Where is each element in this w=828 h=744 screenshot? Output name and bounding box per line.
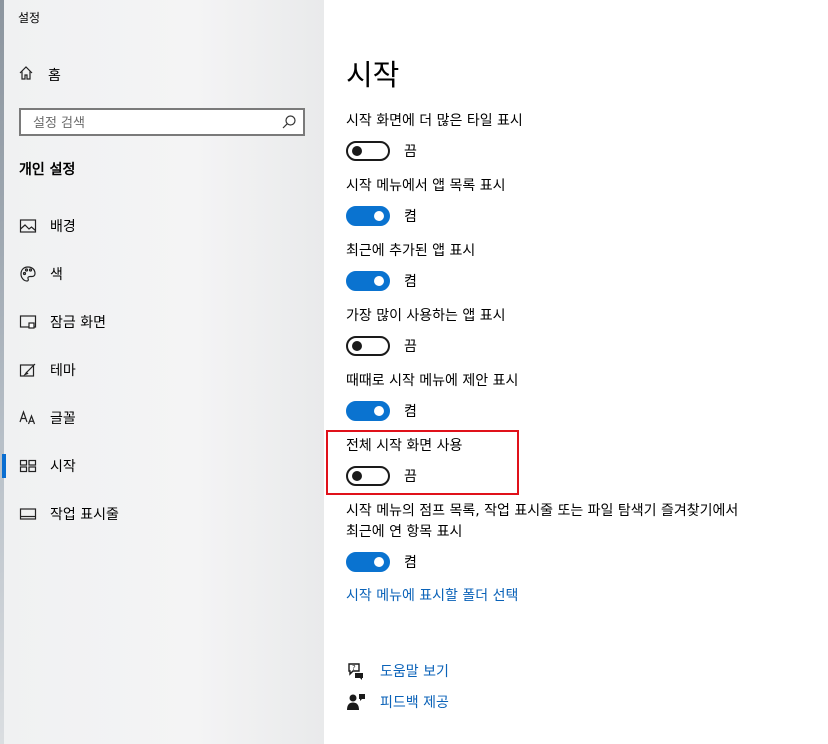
setting-label: 최근에 추가된 앱 표시 bbox=[346, 243, 476, 259]
sidebar-item-label: 배경 bbox=[50, 219, 76, 235]
home-icon bbox=[18, 65, 34, 85]
setting-recent-items-jump-list: 시작 메뉴의 점프 목록, 작업 표시줄 또는 파일 탐색기 즐겨찾기에서 최근… bbox=[346, 501, 816, 575]
sidebar-item-label: 작업 표시줄 bbox=[50, 507, 119, 523]
page-title: 시작 bbox=[346, 58, 400, 92]
sidebar-item-label: 색 bbox=[50, 267, 63, 283]
sidebar-item-lock-screen[interactable]: 잠금 화면 bbox=[0, 302, 324, 342]
setting-more-tiles: 시작 화면에 더 많은 타일 표시 끔 bbox=[346, 111, 816, 164]
main-content: 시작 시작 화면에 더 많은 타일 표시 끔 시작 메뉴에서 앱 목록 표시 켬… bbox=[324, 0, 828, 744]
sidebar-item-label: 잠금 화면 bbox=[50, 315, 106, 331]
toggle-switch[interactable] bbox=[346, 466, 390, 486]
sidebar-item-fonts[interactable]: 글꼴 bbox=[0, 398, 324, 438]
sidebar-item-label: 시작 bbox=[50, 459, 76, 475]
feedback-link-row[interactable]: 피드백 제공 bbox=[346, 692, 449, 712]
window-title: 설정 bbox=[18, 11, 41, 25]
section-title: 개인 설정 bbox=[19, 162, 76, 178]
theme-brush-icon bbox=[19, 361, 37, 379]
setting-label: 때때로 시작 메뉴에 제안 표시 bbox=[346, 373, 519, 389]
toggle-state: 끔 bbox=[404, 144, 417, 160]
setting-label: 전체 시작 화면 사용 bbox=[346, 438, 463, 454]
toggle-switch[interactable] bbox=[346, 552, 390, 572]
setting-label: 시작 메뉴에서 앱 목록 표시 bbox=[346, 178, 506, 194]
sidebar-item-theme[interactable]: 테마 bbox=[0, 350, 324, 390]
toggle-state: 끔 bbox=[404, 469, 417, 485]
setting-recently-added: 최근에 추가된 앱 표시 켬 bbox=[346, 241, 816, 294]
help-link-row[interactable]: ? 도움말 보기 bbox=[346, 661, 449, 681]
svg-text:?: ? bbox=[352, 664, 356, 672]
setting-label: 시작 화면에 더 많은 타일 표시 bbox=[346, 113, 523, 129]
search-input[interactable] bbox=[31, 110, 275, 136]
font-icon bbox=[19, 409, 37, 427]
toggle-state: 켬 bbox=[404, 274, 417, 290]
sidebar: 설정 홈 개인 설정 배경 색 잠금 화면 테마 bbox=[0, 0, 324, 744]
home-label: 홈 bbox=[48, 68, 61, 84]
setting-full-screen-start: 전체 시작 화면 사용 끔 bbox=[346, 436, 816, 489]
palette-icon bbox=[19, 265, 37, 283]
toggle-switch[interactable] bbox=[346, 401, 390, 421]
taskbar-icon bbox=[19, 505, 37, 523]
setting-suggestions: 때때로 시작 메뉴에 제안 표시 켬 bbox=[346, 371, 816, 424]
setting-label-line2: 최근에 연 항목 표시 bbox=[346, 524, 463, 540]
setting-app-list: 시작 메뉴에서 앱 목록 표시 켬 bbox=[346, 176, 816, 229]
sidebar-item-taskbar[interactable]: 작업 표시줄 bbox=[0, 494, 324, 534]
sidebar-item-background[interactable]: 배경 bbox=[0, 206, 324, 246]
sidebar-item-start[interactable]: 시작 bbox=[0, 446, 324, 486]
search-icon[interactable] bbox=[281, 114, 297, 134]
setting-label-line1: 시작 메뉴의 점프 목록, 작업 표시줄 또는 파일 탐색기 즐겨찾기에서 bbox=[346, 503, 739, 519]
toggle-state: 켬 bbox=[404, 555, 417, 571]
toggle-state: 켬 bbox=[404, 209, 417, 225]
toggle-switch[interactable] bbox=[346, 271, 390, 291]
toggle-switch[interactable] bbox=[346, 206, 390, 226]
sidebar-item-label: 글꼴 bbox=[50, 411, 76, 427]
sidebar-item-label: 테마 bbox=[50, 363, 76, 379]
setting-label: 가장 많이 사용하는 앱 표시 bbox=[346, 308, 506, 324]
sidebar-item-color[interactable]: 색 bbox=[0, 254, 324, 294]
feedback-link: 피드백 제공 bbox=[380, 695, 449, 711]
feedback-person-icon bbox=[346, 692, 366, 712]
choose-folders-link[interactable]: 시작 메뉴에 표시할 폴더 선택 bbox=[346, 585, 518, 605]
picture-icon bbox=[19, 217, 37, 235]
toggle-state: 켬 bbox=[404, 404, 417, 420]
setting-most-used: 가장 많이 사용하는 앱 표시 끔 bbox=[346, 306, 816, 359]
start-tiles-icon bbox=[19, 457, 37, 475]
toggle-switch[interactable] bbox=[346, 336, 390, 356]
help-chat-icon: ? bbox=[346, 661, 366, 681]
search-box bbox=[19, 108, 305, 136]
home-nav-item[interactable]: 홈 bbox=[18, 62, 61, 88]
toggle-switch[interactable] bbox=[346, 141, 390, 161]
toggle-state: 끔 bbox=[404, 339, 417, 355]
help-link: 도움말 보기 bbox=[380, 664, 449, 680]
lock-screen-icon bbox=[19, 313, 37, 331]
